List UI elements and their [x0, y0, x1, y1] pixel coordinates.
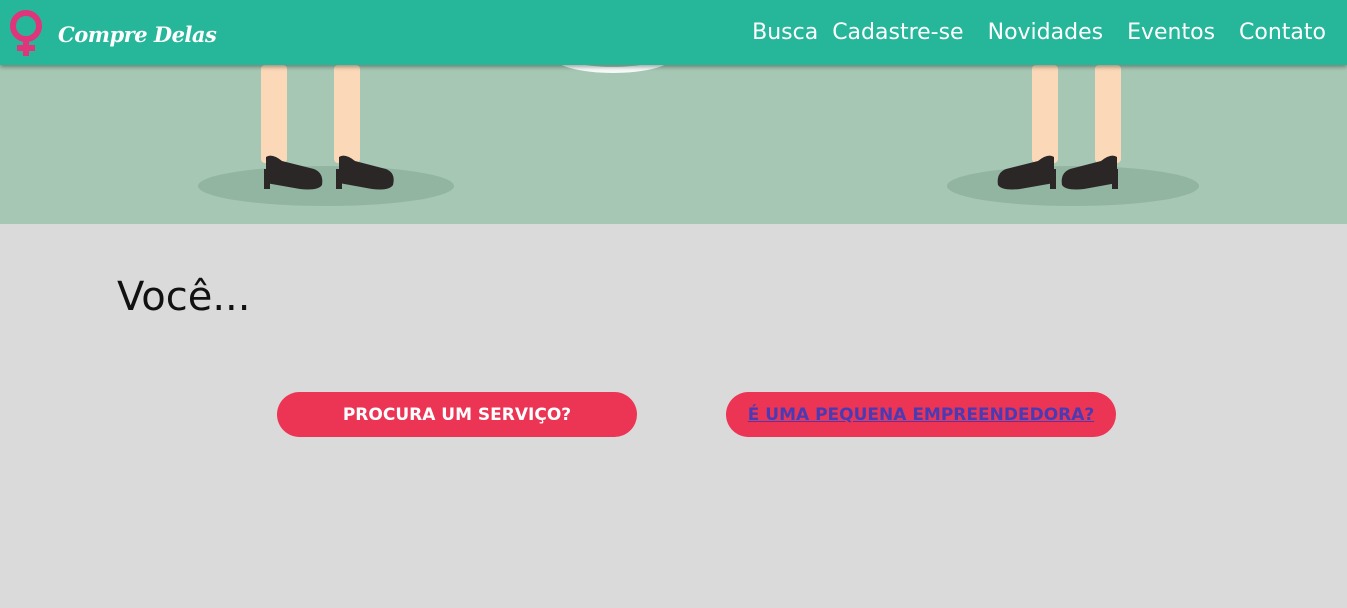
- female-symbol-icon: [10, 10, 42, 56]
- brand[interactable]: Compre Delas: [6, 10, 217, 58]
- hero-illustration: [198, 65, 1199, 206]
- nav-contato[interactable]: Contato: [1239, 20, 1326, 45]
- procura-servico-button[interactable]: PROCURA UM SERVIÇO?: [277, 392, 637, 437]
- nav-novidades[interactable]: Novidades: [988, 20, 1103, 45]
- empreendedora-button[interactable]: É UMA PEQUENA EMPREENDEDORA?: [726, 392, 1116, 437]
- nav-busca[interactable]: Busca: [752, 20, 818, 45]
- main-nav: Busca Cadastre-se Novidades Eventos Cont…: [752, 0, 1326, 65]
- brand-name: Compre Delas: [58, 21, 217, 47]
- hero-banner: [0, 65, 1347, 224]
- page-heading: Você...: [117, 274, 251, 320]
- main-content: Você... PROCURA UM SERVIÇO? É UMA PEQUEN…: [0, 224, 1347, 608]
- top-navbar: Compre Delas Busca Cadastre-se Novidades…: [0, 0, 1347, 65]
- nav-eventos[interactable]: Eventos: [1127, 20, 1215, 45]
- nav-cadastre-se[interactable]: Cadastre-se: [832, 20, 963, 45]
